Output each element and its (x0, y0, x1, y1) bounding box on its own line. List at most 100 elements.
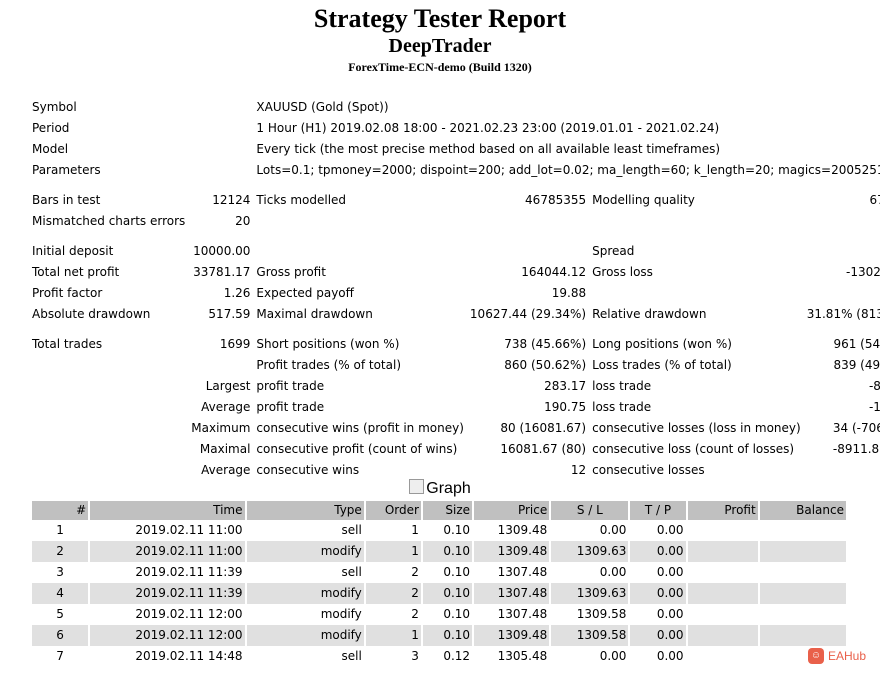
average-profit-trade-label: profit trade (256, 400, 325, 414)
expected-payoff-label: Expected payoff (256, 286, 354, 300)
table-cell (759, 625, 846, 646)
table-cell: 1309.63 (551, 583, 629, 604)
long-positions-label: Long positions (won %) (592, 337, 732, 351)
model-label: Model (32, 142, 69, 156)
table-cell: 2 (32, 541, 89, 562)
trades-header-cell: Price (474, 501, 550, 520)
table-cell: 1 (365, 541, 421, 562)
table-cell (688, 646, 758, 667)
ticks-label: Ticks modelled (256, 193, 347, 207)
table-row: 1 2019.02.11 11:00 sell 1 0.10 1309.48 0.00 0.0… (32, 520, 846, 541)
trades-header-row: # Time Type Order Size Price S / LT / P Profit B… (32, 501, 846, 520)
largest-loss-trade-label: loss trade (592, 379, 652, 393)
deposit-label: Initial deposit (32, 244, 114, 258)
short-positions-label: Short positions (won %) (256, 337, 400, 351)
watermark-text: EAHub (828, 649, 867, 663)
bars-label: Bars in test (32, 193, 101, 207)
table-cell: 1305.48 (497, 649, 548, 663)
largest-profit-trade-label: profit trade (256, 379, 325, 393)
maximal-label: Maximal (199, 442, 251, 456)
bars-value: 12124 (212, 193, 251, 207)
trades-header-cell: Time (90, 501, 245, 520)
parameters-label: Parameters (32, 163, 101, 177)
table-cell: 1309.48 (497, 523, 548, 537)
profit-factor-label: Profit factor (32, 286, 103, 300)
net-profit-value: 33781.17 (193, 265, 251, 279)
max-consecutive-wins-label: consecutive wins (profit in money) (256, 421, 464, 435)
maximal-consecutive-loss-value: -8911.88 (26) (832, 442, 880, 456)
absolute-drawdown-value: 517.59 (208, 307, 251, 321)
server-build: ForexTime-ECN-demo (Build 1320) (348, 60, 532, 74)
table-cell: 0.00 (656, 607, 684, 621)
table-cell: 2 (411, 565, 419, 579)
trades-header-cell: Balance (759, 501, 846, 520)
trades-table: # Time Type Order Size Price S / LT / P Profit B… (30, 501, 848, 667)
max-consecutive-losses-value: 34 (-7061.73) (832, 421, 880, 435)
table-cell (687, 625, 758, 646)
model-value: Every tick (the most precise method base… (256, 142, 721, 156)
table-cell (687, 541, 758, 562)
trades-header-cell: Order (365, 501, 421, 520)
table-cell: 3 (56, 565, 64, 579)
table-row: 6 2019.02.11 12:00 modify 1 0.10 1309.48 1309.… (32, 625, 846, 646)
symbol-label: Symbol (32, 100, 77, 114)
net-profit-label: Total net profit (32, 265, 120, 279)
profit-trades-value: 860 (50.62%) (504, 358, 587, 372)
average-loss-trade-label: loss trade (592, 400, 652, 414)
maximum-label: Maximum (191, 421, 251, 435)
short-positions-value: 738 (45.66%) (504, 337, 587, 351)
average-loss-trade-value: -155.26 (868, 400, 880, 414)
absolute-drawdown-label: Absolute drawdown (32, 307, 151, 321)
period-value: 1 Hour (H1) 2019.02.08 18:00 - 2021.02.2… (256, 121, 720, 135)
table-cell (760, 604, 846, 625)
table-cell: 1 (56, 523, 64, 537)
table-cell (687, 583, 758, 604)
table-cell: 2 (365, 583, 421, 604)
table-cell (688, 562, 758, 583)
gross-profit-label: Gross profit (256, 265, 326, 279)
average-label: Average (201, 400, 251, 414)
expert-name: DeepTrader (388, 35, 492, 57)
total-trades-value: 1699 (219, 337, 251, 351)
spread-value: 15 (803, 241, 880, 262)
table-row: 5 2019.02.11 12:00 modify 2 0.10 1307.48 1309.… (32, 604, 846, 625)
table-row: 7 2019.02.11 14:48 sell 3 0.12 1305.48 0.00 0.0… (32, 646, 846, 667)
long-positions-value: 961 (54.42%) (833, 337, 880, 351)
deposit-value: 10000.00 (193, 244, 251, 258)
table-cell: 0.10 (422, 541, 473, 562)
trades-header-cell: T / P (630, 501, 686, 520)
table-cell: 2 (411, 607, 419, 621)
table-cell: 2019.02.11 11:00 (90, 541, 245, 562)
table-cell: 0.12 (443, 649, 471, 663)
relative-drawdown-label: Relative drawdown (592, 307, 707, 321)
table-cell: 6 (32, 625, 89, 646)
max-consecutive-wins-value: 80 (16081.67) (500, 421, 587, 435)
gross-loss-label: Gross loss (592, 265, 653, 279)
loss-trades-label: Loss trades (% of total) (592, 358, 732, 372)
expected-payoff-value: 19.88 (551, 286, 587, 300)
table-cell: modify (320, 607, 362, 621)
table-cell: 0.00 (599, 523, 627, 537)
table-cell: 2019.02.11 14:48 (135, 649, 243, 663)
symbol-value: XAUUSD (Gold (Spot)) (256, 100, 389, 114)
table-cell: 2019.02.11 11:39 (90, 583, 245, 604)
table-cell: 0.00 (630, 541, 686, 562)
trades-header-cell: # (32, 501, 89, 520)
maximal-consecutive-profit-label: consecutive profit (count of wins) (256, 442, 458, 456)
trades-header-cell: S / L (551, 501, 629, 520)
table-cell: 3 (411, 649, 419, 663)
table-cell: 4 (32, 583, 89, 604)
trades-header-cell: Size (422, 501, 473, 520)
eahub-logo-icon: ☺ (808, 648, 824, 664)
table-cell: 5 (56, 607, 64, 621)
maximal-drawdown-value: 10627.44 (29.34%) (469, 307, 587, 321)
mismatch-value: 20 (235, 214, 251, 228)
total-trades-label: Total trades (32, 337, 103, 351)
table-cell: 1 (411, 523, 419, 537)
graph-alt-text: Graph (426, 480, 471, 497)
spread-label: Spread (592, 244, 635, 258)
table-cell (688, 520, 758, 541)
table-cell (760, 562, 846, 583)
summary-table: Symbol XAUUSD (Gold (Spot)) Period 1 Hou… (28, 97, 880, 481)
trades-header-cell: Profit (687, 501, 758, 520)
